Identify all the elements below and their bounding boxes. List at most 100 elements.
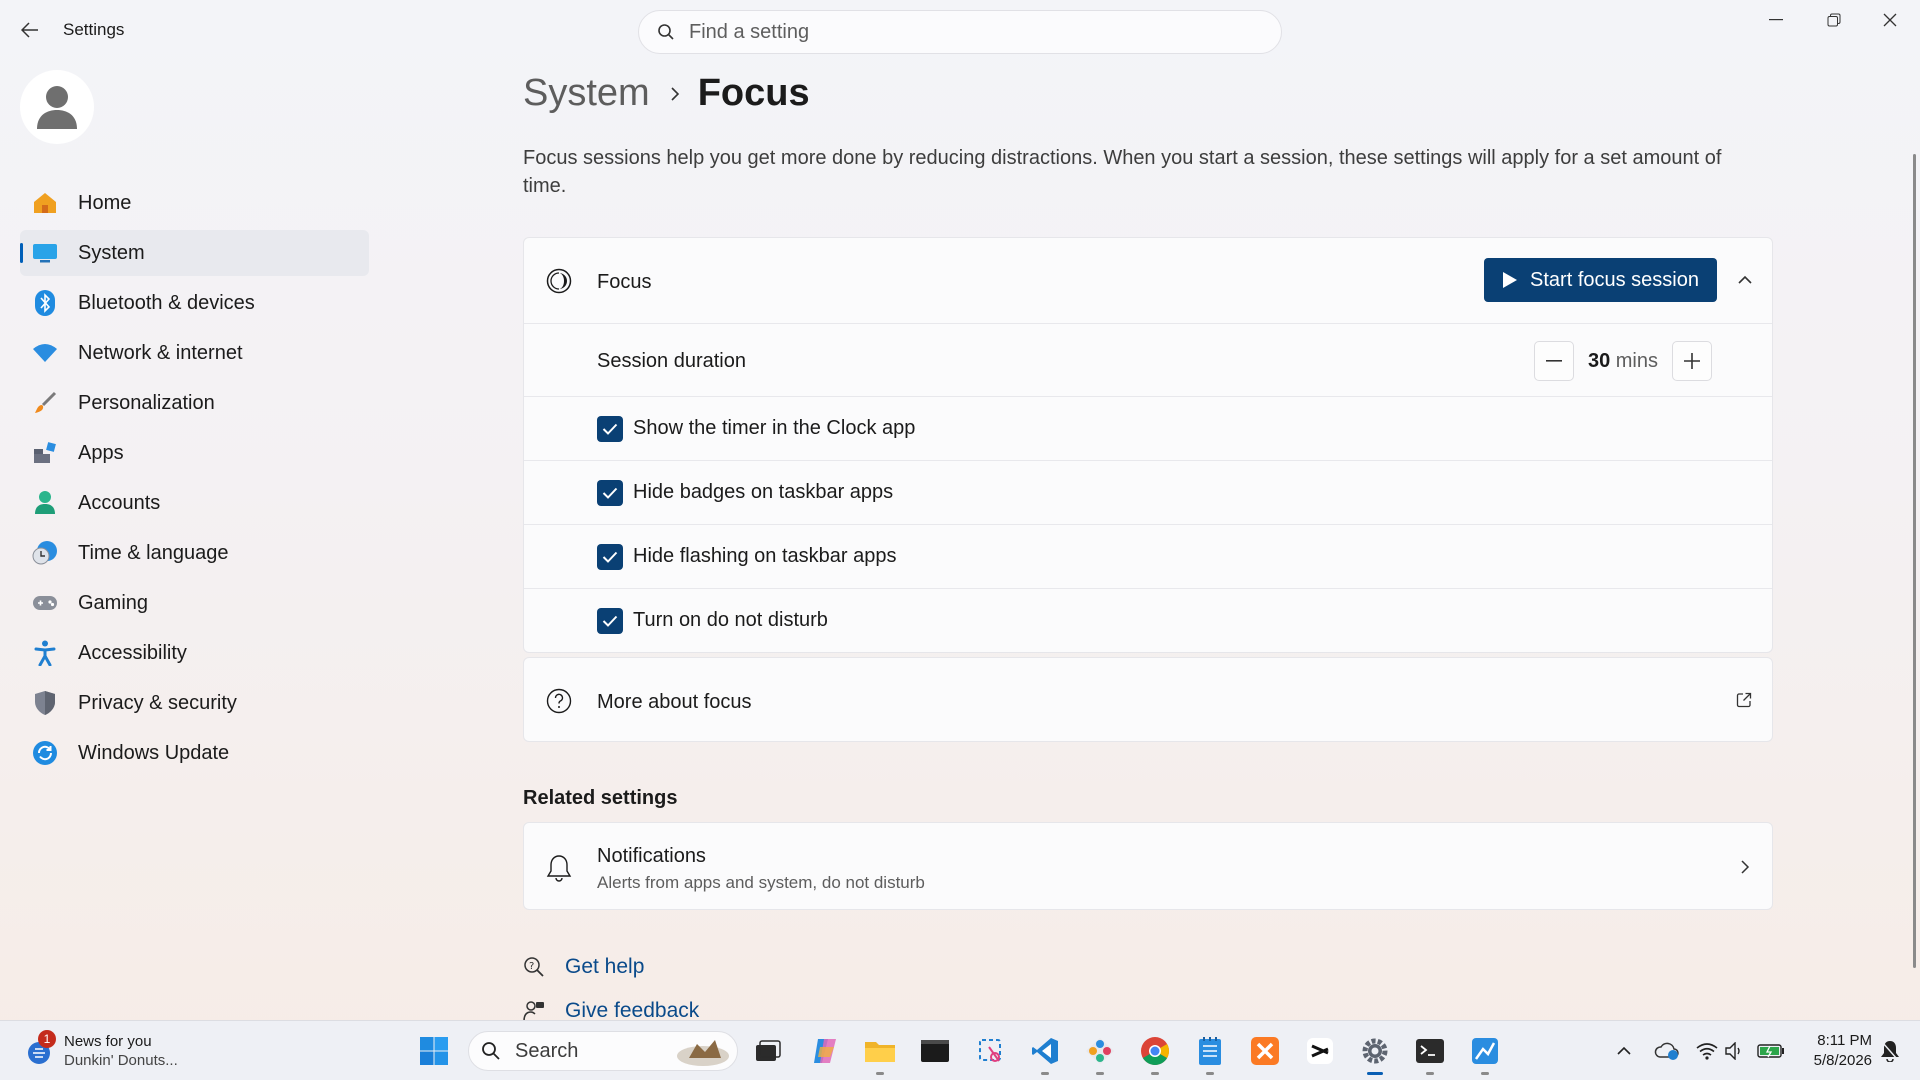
notepad-icon[interactable] <box>1192 1033 1228 1075</box>
photos-app-icon[interactable] <box>1467 1033 1503 1075</box>
checkmark-icon <box>602 551 618 563</box>
show-timer-checkbox[interactable] <box>597 415 623 442</box>
page-description: Focus sessions help you get more done by… <box>523 147 1722 197</box>
windows-terminal-icon[interactable] <box>1412 1033 1448 1075</box>
search-icon <box>658 24 674 40</box>
checkmark-icon <box>602 423 618 435</box>
restore-button[interactable] <box>1806 6 1862 34</box>
running-indicator <box>876 1072 884 1075</box>
notifications-bell-icon[interactable] <box>1876 1033 1904 1069</box>
sidebar-item-home[interactable]: Home <box>20 180 369 226</box>
sidebar-item-label: Gaming <box>78 591 149 614</box>
clock-date: 5/8/2026 <box>1813 1052 1872 1069</box>
back-button[interactable] <box>16 16 44 44</box>
plus-icon <box>1684 353 1700 369</box>
start-focus-session-label: Start focus session <box>1530 268 1699 291</box>
wifi-icon[interactable] <box>1694 1033 1720 1069</box>
sidebar-item-time-language[interactable]: Time & language <box>20 530 369 576</box>
bell-icon <box>546 854 572 887</box>
sidebar-item-apps[interactable]: Apps <box>20 430 369 476</box>
duration-unit: mins <box>1615 349 1658 372</box>
app-title: Settings <box>63 20 125 39</box>
get-help-link[interactable]: ? Get help <box>523 955 644 979</box>
back-arrow-icon <box>21 22 38 38</box>
avatar[interactable] <box>20 70 94 144</box>
option-label: Turn on do not disturb <box>633 609 828 631</box>
minus-icon <box>1545 360 1562 362</box>
search-highlight-icon <box>677 1040 729 1066</box>
clock-globe-icon <box>32 540 58 566</box>
get-help-label: Get help <box>565 955 645 978</box>
onedrive-icon[interactable] <box>1652 1033 1682 1069</box>
notifications-card[interactable]: Notifications Alerts from apps and syste… <box>523 822 1773 910</box>
option-row[interactable]: Hide badges on taskbar apps <box>524 460 1772 524</box>
decrease-duration-button[interactable] <box>1533 341 1574 381</box>
running-indicator <box>1041 1072 1049 1075</box>
file-explorer-icon[interactable] <box>862 1033 898 1075</box>
sidebar-item-network[interactable]: Network & internet <box>20 330 369 376</box>
running-indicator <box>1481 1072 1489 1075</box>
option-label: Hide flashing on taskbar apps <box>633 545 897 567</box>
sidebar-item-label: Windows Update <box>78 741 230 764</box>
sidebar-nav: Home System Bluetooth & devices Network … <box>20 180 369 780</box>
sidebar-item-label: Accounts <box>78 491 161 514</box>
brush-icon <box>32 390 58 416</box>
vscode-icon[interactable] <box>1027 1033 1063 1075</box>
start-button[interactable] <box>416 1033 452 1069</box>
more-about-focus-card[interactable]: More about focus <box>523 657 1773 742</box>
chrome-icon[interactable] <box>1137 1033 1173 1075</box>
terminal-app-icon[interactable] <box>917 1033 953 1069</box>
minimize-icon <box>1769 19 1783 21</box>
search-box[interactable] <box>638 10 1282 54</box>
breadcrumb-parent[interactable]: System <box>523 72 650 115</box>
focus-header-row[interactable]: Focus Start focus session <box>524 238 1772 323</box>
sidebar-item-bluetooth[interactable]: Bluetooth & devices <box>20 280 369 326</box>
notifications-subtitle: Alerts from apps and system, do not dist… <box>597 873 925 892</box>
capcut-icon[interactable] <box>1302 1033 1338 1069</box>
option-row[interactable]: Turn on do not disturb <box>524 588 1772 652</box>
minimize-button[interactable] <box>1748 6 1804 34</box>
close-button[interactable] <box>1862 6 1918 34</box>
hide-badges-checkbox[interactable] <box>597 479 623 506</box>
chevron-up-icon[interactable] <box>1610 1033 1638 1069</box>
xampp-icon[interactable] <box>1247 1033 1283 1069</box>
sidebar-item-windows-update[interactable]: Windows Update <box>20 730 369 776</box>
clock[interactable]: 8:11 PM 5/8/2026 <box>1796 1031 1872 1071</box>
scrollbar[interactable] <box>1913 154 1916 968</box>
option-row[interactable]: Hide flashing on taskbar apps <box>524 524 1772 588</box>
copilot-icon[interactable] <box>807 1033 843 1069</box>
settings-app-icon[interactable] <box>1357 1033 1393 1075</box>
news-icon: 1 <box>24 1030 56 1066</box>
chevron-up-icon[interactable] <box>1738 272 1752 290</box>
sidebar-item-privacy[interactable]: Privacy & security <box>20 680 369 726</box>
focus-card: Focus Start focus session Session durati… <box>523 237 1773 653</box>
chevron-right-icon <box>1740 859 1750 880</box>
start-focus-session-button[interactable]: Start focus session <box>1484 258 1717 302</box>
option-row[interactable]: Show the timer in the Clock app <box>524 396 1772 460</box>
monitor-icon <box>32 240 58 266</box>
hide-flashing-checkbox[interactable] <box>597 543 623 570</box>
user-avatar-icon <box>37 86 77 129</box>
taskbar-search[interactable]: Search <box>468 1031 738 1071</box>
news-widget[interactable]: 1 News for you Dunkin' Donuts... <box>24 1030 178 1071</box>
search-input[interactable] <box>689 20 1249 44</box>
sidebar-item-accessibility[interactable]: Accessibility <box>20 630 369 676</box>
battery-icon[interactable] <box>1756 1033 1786 1069</box>
sidebar-item-gaming[interactable]: Gaming <box>20 580 369 626</box>
do-not-disturb-checkbox[interactable] <box>597 607 623 634</box>
paint-app-icon[interactable] <box>1082 1033 1118 1075</box>
snipping-tool-icon[interactable] <box>973 1033 1009 1069</box>
sidebar-item-label: Personalization <box>78 391 215 414</box>
sidebar-item-system[interactable]: System <box>20 230 369 276</box>
person-icon <box>32 490 58 516</box>
sidebar-item-personalization[interactable]: Personalization <box>20 380 369 426</box>
sidebar-item-accounts[interactable]: Accounts <box>20 480 369 526</box>
volume-icon[interactable] <box>1722 1033 1748 1069</box>
feedback-icon <box>523 1001 544 1022</box>
task-view-icon[interactable] <box>750 1033 786 1069</box>
duration-stepper: 30 mins <box>1533 341 1712 381</box>
sidebar-item-label: Network & internet <box>78 341 243 364</box>
increase-duration-button[interactable] <box>1672 341 1712 381</box>
option-label: Show the timer in the Clock app <box>633 417 916 439</box>
notification-badge: 1 <box>38 1030 56 1048</box>
